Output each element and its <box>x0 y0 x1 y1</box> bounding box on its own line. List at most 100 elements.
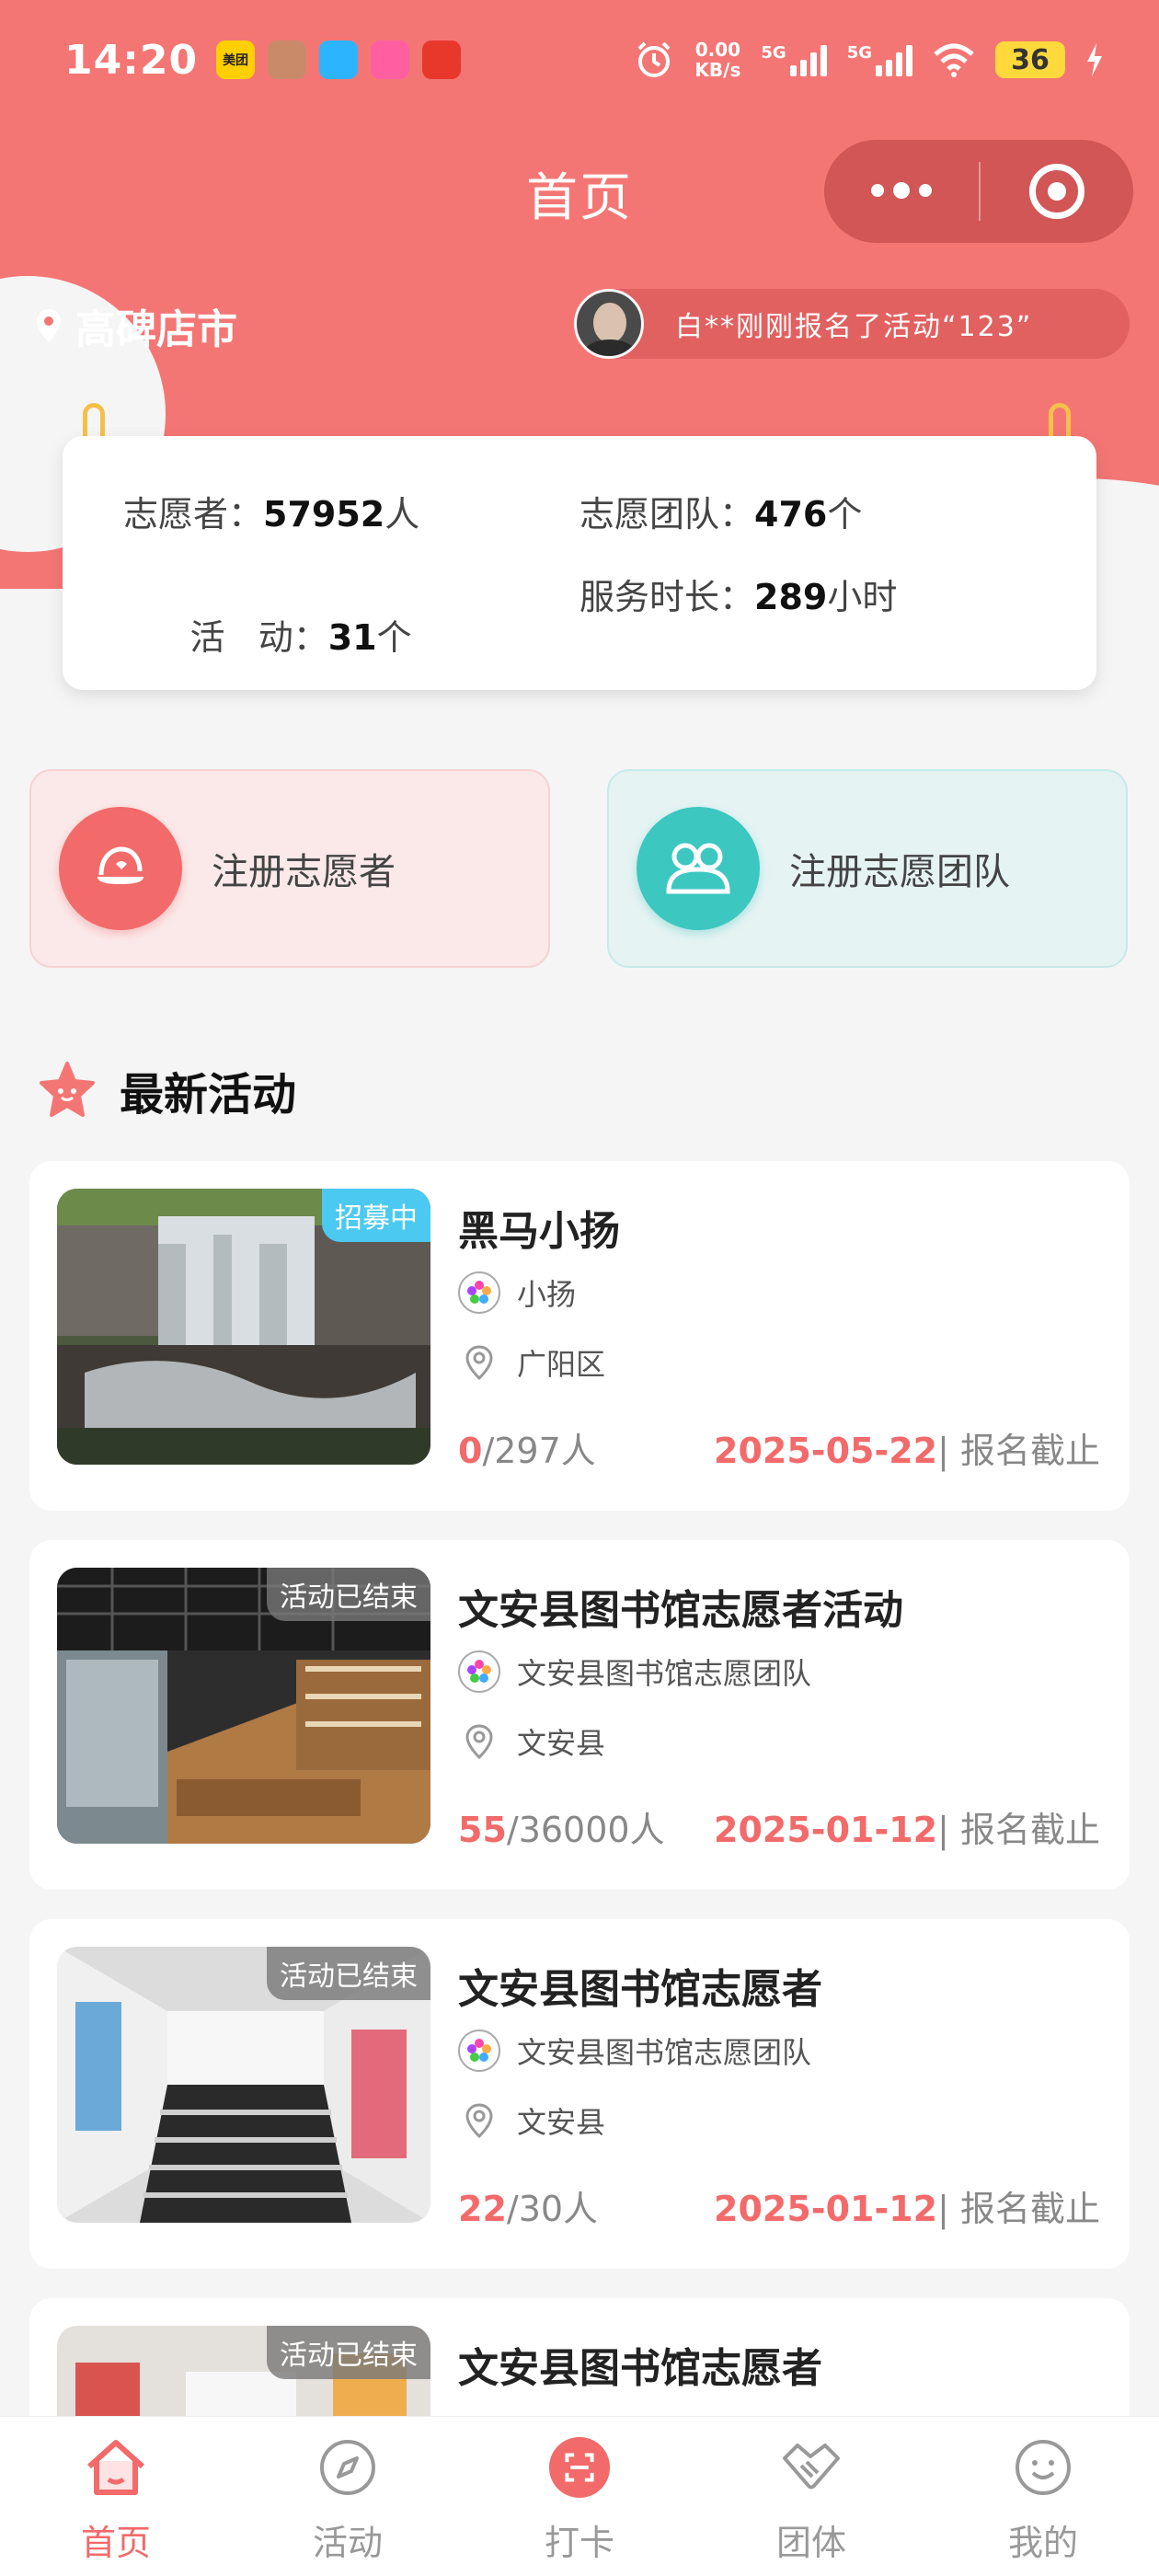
signal-bars-icon <box>876 43 912 76</box>
activity-org: 文安县图书馆志愿团队 <box>458 2030 811 2072</box>
tab-group[interactable]: 团体 <box>695 2417 927 2576</box>
meituan-app-icon: 美团 <box>216 40 256 79</box>
browser-app-icon <box>319 40 359 79</box>
deadline-suffix: | 报名截止 <box>937 1810 1100 1850</box>
activity-org: 小扬 <box>458 1271 576 1314</box>
net-speed-unit: KB/s <box>694 59 741 81</box>
stat-activities-value: 31 <box>327 617 377 658</box>
ticker-message: 白**刚刚报名了活动“123” <box>675 311 1033 343</box>
smiley-icon <box>1011 2435 1075 2500</box>
status-indicators: 0.00 KB/s 5G 5G 36 <box>634 40 1104 80</box>
activity-org-name: 小扬 <box>517 1277 577 1312</box>
stat-hours-label: 服务时长： <box>580 577 755 617</box>
activity-title: 文安县图书馆志愿者 <box>458 1966 822 2013</box>
tab-activity[interactable]: 活动 <box>232 2417 464 2576</box>
location-city: 高碑店市 <box>75 306 237 353</box>
status-badge: 活动已结束 <box>267 2326 430 2379</box>
activity-signup-count: 22/30人 <box>458 2180 598 2231</box>
signal-sim1: 5G <box>761 43 827 76</box>
activity-location: 广阳区 <box>458 1341 605 1384</box>
activity-org-name: 文安县图书馆志愿团队 <box>517 2035 812 2070</box>
close-miniprogram-button[interactable] <box>981 164 1133 219</box>
register-volunteer-button[interactable]: 注册志愿者 <box>29 769 550 968</box>
dot-icon <box>919 184 932 197</box>
deadline-date: 2025-01-12 <box>714 1810 938 1850</box>
location-outline-icon <box>465 1345 493 1381</box>
compass-icon <box>316 2435 380 2500</box>
activity-image-waterfall: 招募中 <box>57 1189 430 1465</box>
signed-count: 55 <box>458 1810 507 1850</box>
net-speed-value: 0.00 <box>694 39 741 61</box>
stat-hours-value: 289 <box>754 577 828 617</box>
signed-count: 22 <box>458 2189 507 2229</box>
total-count: /36000人 <box>506 1810 665 1850</box>
status-badge: 活动已结束 <box>267 1947 430 2000</box>
activity-signup-count: 55/36000人 <box>458 1801 665 1852</box>
stat-hours-unit: 小时 <box>827 577 898 617</box>
game-app-icon <box>268 40 307 79</box>
tab-mine[interactable]: 我的 <box>927 2417 1159 2576</box>
register-team-label: 注册志愿团队 <box>789 851 1010 893</box>
location-selector[interactable]: 高碑店市 <box>35 296 237 355</box>
stat-volunteers-value: 57952 <box>263 494 385 535</box>
signed-count: 0 <box>458 1431 483 1471</box>
status-badge: 活动已结束 <box>267 1568 430 1621</box>
register-volunteer-label: 注册志愿者 <box>212 851 396 893</box>
stat-activities: 活 动：31个 <box>123 569 412 700</box>
avatar <box>574 289 644 359</box>
stat-hours: 服务时长：289小时 <box>580 569 897 619</box>
tab-mine-label: 我的 <box>1007 2523 1078 2563</box>
stat-teams-value: 476 <box>754 494 828 535</box>
home-icon <box>84 2435 148 2500</box>
activity-card[interactable]: 活动已结束 文安县图书馆志愿者活动 文安县图书馆志愿团队 文安县 55/3600… <box>29 1540 1130 1890</box>
org-logo-icon <box>458 1271 500 1314</box>
stat-teams-unit: 个 <box>827 494 863 535</box>
sim1-label: 5G <box>761 43 786 63</box>
status-bar: 14:20 美团 0.00 KB/s 5G 5G 36 <box>0 0 1159 120</box>
activity-location: 文安县 <box>458 1720 605 1763</box>
status-app-icons: 美团 <box>216 40 462 79</box>
stat-activities-unit: 个 <box>376 617 412 658</box>
activity-deadline: 2025-05-22| 报名截止 <box>714 1422 1100 1473</box>
total-count: /297人 <box>482 1431 596 1471</box>
status-time: 14:20 <box>64 36 199 84</box>
location-outline-icon <box>465 2103 493 2139</box>
activity-card[interactable]: 招募中 黑马小扬 小扬 广阳区 0/297人 2025-05-22| 报名截止 <box>29 1161 1130 1511</box>
signup-ticker[interactable]: 白**刚刚报名了活动“123” <box>574 289 1130 359</box>
star-icon <box>40 1062 95 1117</box>
activity-signup-count: 0/297人 <box>458 1422 596 1473</box>
deadline-date: 2025-05-22 <box>714 1431 938 1471</box>
tab-checkin[interactable]: 打卡 <box>464 2417 695 2576</box>
target-icon <box>1029 164 1084 219</box>
register-team-button[interactable]: 注册志愿团队 <box>607 769 1128 968</box>
activity-title: 文安县图书馆志愿者 <box>458 2345 822 2392</box>
activity-deadline: 2025-01-12| 报名截止 <box>714 2180 1100 2231</box>
battery-indicator: 36 <box>995 41 1065 78</box>
wifi-icon <box>934 43 974 77</box>
section-header: 最新活动 <box>37 1058 296 1122</box>
tab-activity-label: 活动 <box>312 2523 383 2563</box>
activity-location-name: 文安县 <box>517 2105 606 2140</box>
more-button[interactable] <box>824 182 979 199</box>
activity-card[interactable]: 活动已结束 文安县图书馆志愿者 文安县图书馆志愿团队 文安县 22/30人 20… <box>29 1919 1130 2269</box>
stat-volunteers: 志愿者：57952人 <box>123 486 419 536</box>
bilibili-app-icon <box>371 40 410 79</box>
tab-home[interactable]: 首页 <box>0 2417 232 2576</box>
location-pin-icon <box>37 309 61 342</box>
section-title: 最新活动 <box>120 1069 297 1121</box>
total-count: /30人 <box>506 2189 599 2229</box>
tab-home-label: 首页 <box>80 2523 151 2563</box>
stats-card: 志愿者：57952人 志愿团队：476个 活 动：31个 服务时长：289小时 <box>63 436 1096 690</box>
deadline-date: 2025-01-12 <box>714 2189 938 2229</box>
bottom-tab-bar: 首页 活动 打卡 团体 我的 <box>0 2416 1159 2576</box>
alarm-icon <box>638 41 671 77</box>
miniprogram-capsule <box>824 140 1133 243</box>
deadline-suffix: | 报名截止 <box>937 1431 1100 1471</box>
activity-title: 文安县图书馆志愿者活动 <box>458 1587 903 1634</box>
tab-checkin-label: 打卡 <box>544 2523 614 2563</box>
stat-volunteers-label: 志愿者： <box>123 494 264 535</box>
stat-volunteers-unit: 人 <box>384 494 420 535</box>
handshake-icon <box>779 2435 843 2500</box>
volunteer-cap-icon <box>59 807 182 930</box>
stat-activities-label: 活 动： <box>189 617 328 658</box>
